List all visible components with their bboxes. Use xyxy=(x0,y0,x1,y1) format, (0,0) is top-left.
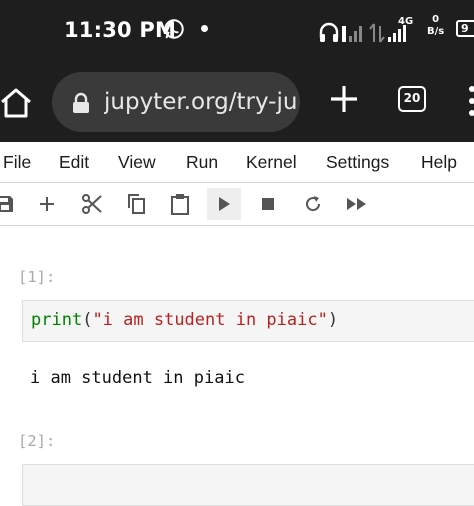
add-cell-icon xyxy=(40,197,54,211)
speed-value: 0 xyxy=(432,14,440,25)
notebook-area: [1]: print("i am student in piaic") i am… xyxy=(0,226,474,506)
cell-prompt: [2]: xyxy=(18,432,56,450)
signal-bar-icon xyxy=(342,26,346,42)
restart-button[interactable] xyxy=(296,188,330,220)
menu-settings[interactable]: Settings xyxy=(326,152,389,173)
copy-button[interactable] xyxy=(119,188,153,220)
menu-file[interactable]: File xyxy=(3,152,31,173)
status-time: 11:30 PM xyxy=(64,18,177,42)
menu-edit[interactable]: Edit xyxy=(59,152,89,173)
save-button[interactable] xyxy=(0,188,22,220)
whatsapp-icon xyxy=(164,19,184,39)
paste-button[interactable] xyxy=(163,188,197,220)
address-bar[interactable]: jupyter.org/try-jup xyxy=(52,72,300,132)
network-type: 4G xyxy=(398,16,414,27)
run-icon xyxy=(219,197,230,211)
network-speed: 0 B/s xyxy=(427,14,444,38)
menu-run[interactable]: Run xyxy=(186,152,218,173)
overflow-menu-icon[interactable] xyxy=(466,84,474,118)
notebook-toolbar xyxy=(0,183,474,226)
status-bar: 11:30 PM 4G 0 B/s 9 xyxy=(0,0,474,62)
code-line: print("i am student in piaic") xyxy=(31,310,338,330)
url-text: jupyter.org/try-jup xyxy=(104,89,296,115)
restart-run-all-button[interactable] xyxy=(340,188,374,220)
paste-icon xyxy=(171,194,189,215)
save-icon xyxy=(0,196,13,212)
headphones-icon xyxy=(319,22,339,42)
menu-bar: File Edit View Run Kernel Settings Help xyxy=(0,142,474,183)
browser-toolbar: jupyter.org/try-jup 20 xyxy=(0,62,474,142)
stop-icon xyxy=(262,198,274,210)
add-cell-button[interactable] xyxy=(30,188,64,220)
lock-icon xyxy=(73,92,89,113)
notification-dot xyxy=(201,25,208,32)
run-button[interactable] xyxy=(207,188,241,220)
code-function: print xyxy=(31,310,83,330)
tab-switcher-button[interactable]: 20 xyxy=(398,86,426,112)
cell-output: i am student in piaic xyxy=(30,368,245,388)
code-string: "i am student in piaic" xyxy=(92,310,328,330)
battery-icon: 9 xyxy=(456,20,474,37)
restart-icon xyxy=(306,196,321,212)
code-paren-close: ) xyxy=(327,310,339,330)
speed-unit: B/s xyxy=(427,26,445,37)
fast-forward-icon xyxy=(347,198,366,210)
cell-prompt: [1]: xyxy=(18,268,56,286)
menu-view[interactable]: View xyxy=(118,152,156,173)
cut-button[interactable] xyxy=(75,188,109,220)
data-transfer-icon xyxy=(369,23,385,43)
stop-button[interactable] xyxy=(251,188,285,220)
home-icon[interactable] xyxy=(0,84,34,120)
cut-icon xyxy=(82,194,102,214)
new-tab-icon[interactable] xyxy=(329,84,359,114)
system-icons xyxy=(319,22,406,43)
code-paren-open: ( xyxy=(82,310,93,330)
copy-icon xyxy=(128,194,145,214)
menu-help[interactable]: Help xyxy=(421,152,457,173)
menu-kernel[interactable]: Kernel xyxy=(246,152,297,173)
code-cell-input[interactable]: print("i am student in piaic") xyxy=(22,300,474,342)
signal-strength-icon xyxy=(403,25,406,42)
code-cell-input[interactable] xyxy=(22,464,474,506)
